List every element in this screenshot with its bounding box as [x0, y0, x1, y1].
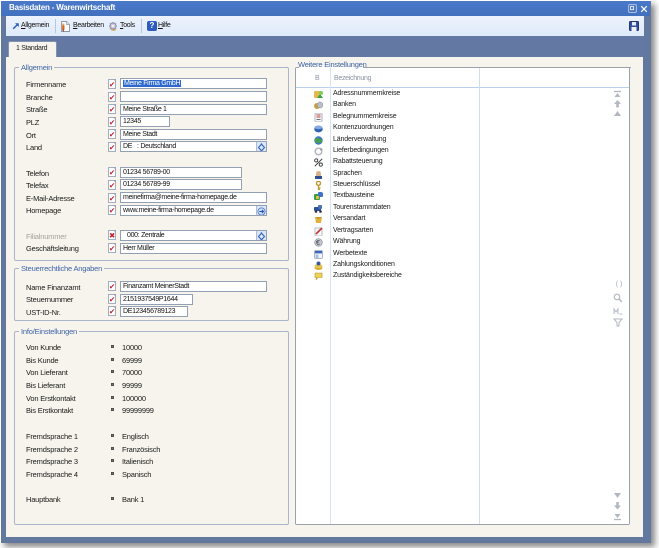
svg-text:€: €: [316, 240, 320, 247]
